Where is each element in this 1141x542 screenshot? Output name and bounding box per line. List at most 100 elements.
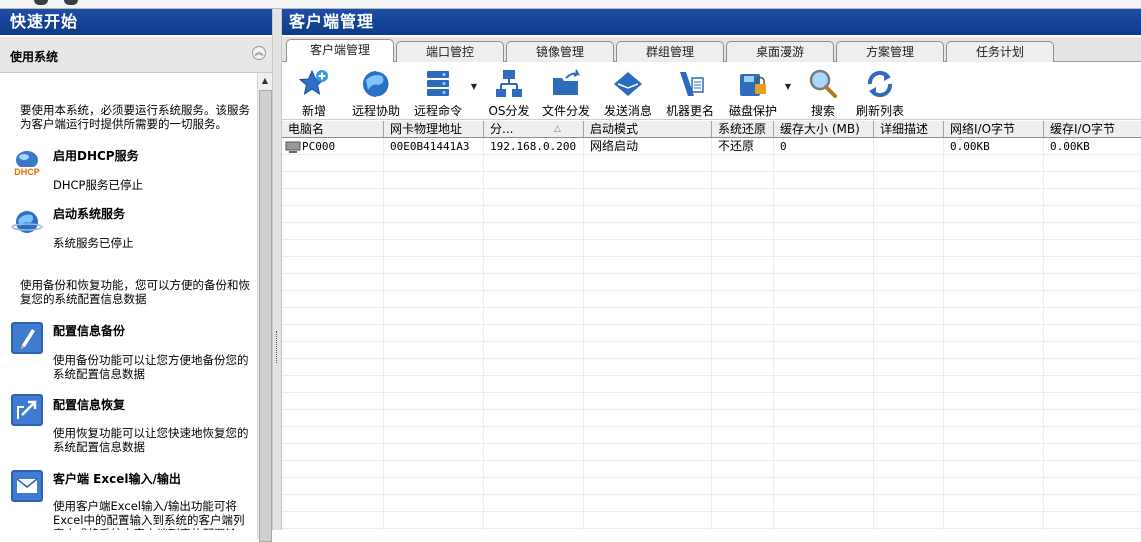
file-distribute-button[interactable]: 文件分发: [538, 64, 594, 118]
magnifier-icon: [809, 69, 837, 98]
globe-icon: [11, 211, 43, 233]
remote-command-button[interactable]: 远程命令: [410, 64, 466, 118]
column-header-net-io[interactable]: 网络I/O字节: [944, 121, 1044, 137]
grid-vline: [483, 138, 484, 530]
remote-assist-button[interactable]: 远程协助: [348, 64, 404, 118]
add-label: 新增: [301, 104, 326, 118]
client-management-title: 客户端管理: [282, 9, 1141, 35]
excel-io-link[interactable]: 客户端 Excel输入/输出: [53, 470, 181, 487]
search-label: 搜索: [810, 104, 835, 118]
search-button[interactable]: 搜索: [800, 64, 846, 118]
grid-vline: [383, 138, 384, 530]
restore-arrow-icon: [11, 394, 43, 426]
disk-protect-button[interactable]: 磁盘保护: [725, 64, 781, 118]
os-distribute-label: OS分发: [488, 104, 530, 118]
tab-group-management[interactable]: 群组管理: [616, 41, 724, 62]
tab-port-control[interactable]: 端口管控: [396, 41, 504, 62]
config-restore-desc: 使用恢复功能可以让您快速地恢复您的系统配置信息数据: [53, 426, 249, 454]
remote-command-label: 远程命令: [413, 104, 462, 118]
column-header-description[interactable]: 详细描述: [874, 121, 944, 137]
table-header: 电脑名 网卡物理地址 分... △ 启动模式 系统还原 缓存大小 (MB) 详细…: [282, 121, 1141, 138]
start-service-link[interactable]: 启动系统服务: [53, 205, 125, 222]
cell-restore: 不还原: [718, 139, 755, 153]
column-header-restore[interactable]: 系统还原: [712, 121, 774, 137]
os-distribute-button[interactable]: OS分发: [484, 64, 534, 118]
cell-description: [874, 138, 944, 155]
grid-vline: [711, 138, 712, 530]
grid-vline: [1043, 138, 1044, 530]
cell-cache-io: 0.00KB: [1050, 140, 1090, 153]
rename-machine-button[interactable]: 机器更名: [662, 64, 718, 118]
grid-vline: [943, 138, 944, 530]
excel-io-desc: 使用客户端Excel输入/输出功能可将Excel中的配置输入到系统的客户端列表中…: [53, 499, 245, 530]
grid-vline: [873, 138, 874, 530]
tab-task-schedule[interactable]: 任务计划: [946, 41, 1054, 62]
left-scrollbar[interactable]: ▲: [257, 73, 272, 542]
disk-lock-icon: [740, 74, 766, 96]
file-distribute-label: 文件分发: [541, 104, 590, 118]
toolbar: 新增 远程协助 远程命令 ▼ OS分发 文件分发 发送消息 机器更名 磁盘保护 …: [282, 62, 1141, 120]
quick-start-panel: 快速开始 使用系统 ︽ 要使用本系统，必须要运行系统服务。该服务为客户端运行时提…: [0, 9, 272, 542]
send-message-button[interactable]: 发送消息: [600, 64, 656, 118]
collapse-section-icon[interactable]: ︽: [252, 46, 266, 60]
send-message-label: 发送消息: [603, 104, 652, 118]
client-table: 电脑名 网卡物理地址 分... △ 启动模式 系统还原 缓存大小 (MB) 详细…: [282, 121, 1141, 530]
config-restore-link[interactable]: 配置信息恢复: [53, 396, 125, 413]
config-backup-link[interactable]: 配置信息备份: [53, 322, 125, 339]
tab-bar: 客户端管理 端口管控 镜像管理 群组管理 桌面漫游 方案管理 任务计划: [282, 37, 1141, 62]
sort-ascending-icon: △: [554, 124, 561, 134]
svg-text:DHCP: DHCP: [14, 167, 40, 177]
window-knob: [34, 0, 48, 5]
remote-globe-icon: [363, 70, 390, 98]
remote-command-dropdown-icon[interactable]: ▼: [470, 82, 478, 91]
refresh-list-button[interactable]: 刷新列表: [852, 64, 908, 118]
dhcp-status: DHCP服务已停止: [53, 178, 143, 192]
tab-client-management[interactable]: 客户端管理: [286, 39, 394, 62]
client-management-panel: 客户端管理 客户端管理 端口管控 镜像管理 群组管理 桌面漫游 方案管理 任务计…: [282, 9, 1141, 530]
tab-image-management[interactable]: 镜像管理: [506, 41, 614, 62]
quick-start-title: 快速开始: [0, 9, 272, 35]
cell-ip: 192.168.0.200: [490, 140, 577, 153]
refresh-icon: [867, 70, 893, 98]
envelope-icon: [11, 470, 43, 502]
grid-vline: [773, 138, 774, 530]
splitter-grip[interactable]: [276, 331, 279, 363]
add-button[interactable]: 新增: [294, 64, 334, 118]
use-system-label: 使用系统: [10, 50, 59, 64]
table-row[interactable]: PC000 00E0B41441A3 192.168.0.200 网络启动 不还…: [282, 138, 1141, 155]
disk-protect-label: 磁盘保护: [728, 104, 777, 118]
column-header-boot-mode[interactable]: 启动模式: [584, 121, 712, 137]
cell-name: PC000: [302, 140, 336, 153]
server-icon: [427, 71, 449, 96]
quick-start-content: 要使用本系统，必须要运行系统服务。该服务为客户端运行时提供所需要的一切服务。 D…: [0, 73, 256, 530]
tab-scheme-management[interactable]: 方案管理: [836, 41, 944, 62]
column-header-ip-label: 分...: [490, 122, 514, 136]
panel-splitter[interactable]: [272, 9, 282, 530]
config-backup-desc: 使用备份功能可以让您方便地备份您的系统配置信息数据: [53, 353, 249, 381]
service-status: 系统服务已停止: [53, 236, 134, 250]
column-header-name[interactable]: 电脑名: [282, 121, 384, 137]
column-header-cache-size[interactable]: 缓存大小 (MB): [774, 121, 874, 137]
column-header-cache-io[interactable]: 缓存I/O字节: [1044, 121, 1141, 137]
rename-machine-label: 机器更名: [665, 104, 714, 118]
disk-protect-dropdown-icon[interactable]: ▼: [784, 82, 792, 91]
column-header-ip[interactable]: 分... △: [484, 121, 584, 137]
column-header-mac[interactable]: 网卡物理地址: [384, 121, 484, 137]
top-frame-strip: [0, 0, 1141, 9]
use-system-header[interactable]: 使用系统 ︽: [0, 37, 272, 73]
window-knob: [64, 0, 78, 5]
cell-mac: 00E0B41441A3: [390, 140, 470, 153]
rename-icon: [680, 72, 704, 96]
dhcp-icon: DHCP: [12, 151, 42, 177]
message-envelope-icon: [614, 72, 642, 96]
backup-intro-text: 使用备份和恢复功能，您可以方便的备份和恢复您的系统配置信息数据: [20, 278, 250, 306]
scroll-thumb[interactable]: [259, 90, 272, 542]
tab-desktop-roaming[interactable]: 桌面漫游: [726, 41, 834, 62]
enable-dhcp-link[interactable]: 启用DHCP服务: [53, 147, 139, 164]
cell-cache-size: 0: [780, 140, 787, 153]
network-icon: [496, 70, 522, 97]
intro-text: 要使用本系统，必须要运行系统服务。该服务为客户端运行时提供所需要的一切服务。: [20, 103, 250, 131]
cell-net-io: 0.00KB: [950, 140, 990, 153]
scroll-up-icon[interactable]: ▲: [258, 73, 272, 88]
refresh-list-label: 刷新列表: [855, 104, 904, 118]
